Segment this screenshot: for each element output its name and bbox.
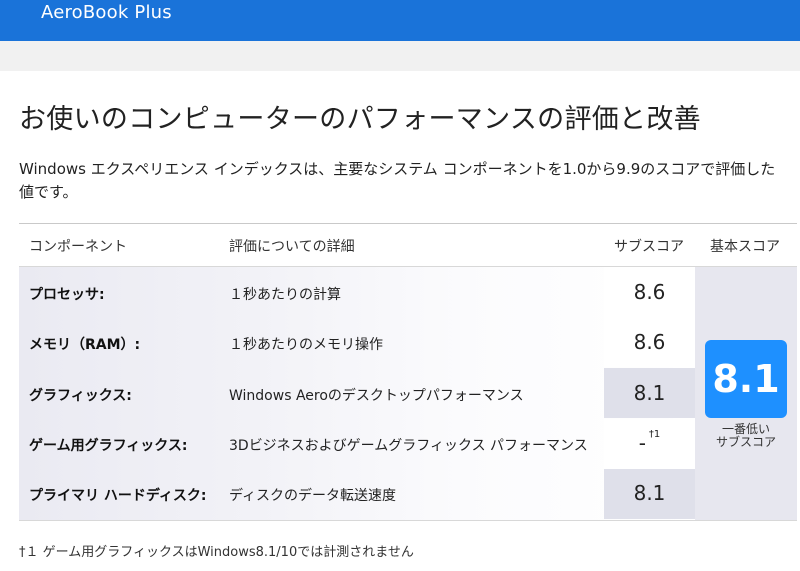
header-subscore: サブスコア [614, 239, 684, 255]
base-caption-line2: サブスコア [715, 435, 776, 449]
row-score-primary-hdd: 8.1 [633, 481, 666, 505]
row-label-gaming-graphics: ゲーム用グラフィックス: [29, 438, 188, 454]
header-basescore: 基本スコア [710, 239, 780, 255]
page-title: お使いのコンピューターのパフォーマンスの評価と改善 [19, 104, 701, 135]
row-label-graphics: グラフィックス: [29, 388, 132, 404]
header-detail: 評価についての詳細 [229, 239, 355, 255]
row-label-primary-hdd: プライマリ ハードディスク: [29, 488, 207, 504]
row-score-gaming-graphics: - †1 [638, 429, 661, 455]
score-table: コンポーネント 評価についての詳細 サブスコア 基本スコア プロセッサ: １秒あ… [19, 223, 797, 522]
base-score-caption: 一番低い サブスコア [695, 423, 797, 449]
table-bottom-border [19, 520, 797, 521]
row-detail-processor: １秒あたりの計算 [229, 287, 341, 303]
app-header-bar: AeroBook Plus [0, 0, 800, 41]
base-score-badge: 8.1 [705, 340, 787, 418]
row-score-memory: 8.6 [633, 330, 666, 354]
row-score-processor: 8.6 [633, 280, 666, 304]
header-component: コンポーネント [29, 239, 127, 255]
page-description: Windows エクスペリエンス インデックスは、主要なシステム コンポーネント… [19, 160, 776, 201]
footnote-marker: †1 [648, 429, 661, 440]
row-detail-memory: １秒あたりのメモリ操作 [229, 337, 383, 353]
row-detail-primary-hdd: ディスクのデータ転送速度 [229, 488, 397, 504]
row-detail-gaming-graphics: 3Dビジネスおよびゲームグラフィックス パフォーマンス [229, 438, 588, 454]
row-score-graphics: 8.1 [633, 381, 666, 405]
footnote-text: †１ ゲーム用グラフィックスはWindows8.1/10では計測されません [19, 545, 414, 560]
app-title: AeroBook Plus [41, 2, 172, 23]
row-label-memory: メモリ（RAM）: [29, 337, 141, 353]
row-detail-graphics: Windows Aeroのデスクトップパフォーマンス [229, 388, 524, 404]
table-top-border [19, 223, 797, 224]
row-label-processor: プロセッサ: [29, 287, 105, 303]
header-band [0, 41, 800, 71]
